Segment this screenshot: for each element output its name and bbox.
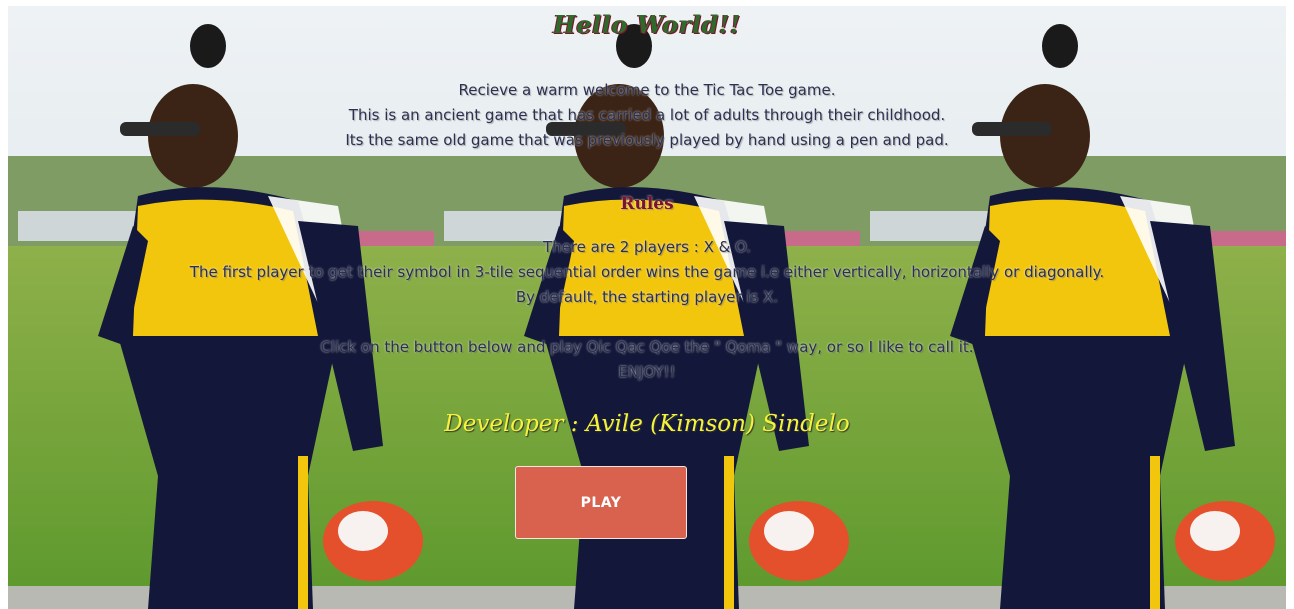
page-title: Hello World!!	[553, 10, 741, 39]
developer-credit: Developer : Avile (Kimson) Sindelo	[444, 411, 850, 437]
rule-line: The first player to get their symbol in …	[189, 263, 1105, 281]
intro-line: Recieve a warm welcome to the Tic Tac To…	[458, 81, 836, 99]
intro-text: Recieve a warm welcome to the Tic Tac To…	[8, 78, 1286, 153]
intro-line: Its the same old game that was previousl…	[345, 131, 949, 149]
rules-text: There are 2 players : X & O. The first p…	[8, 235, 1286, 385]
rule-line: By default, the starting player is X.	[515, 288, 779, 306]
rule-line: Click on the button below and play Qic Q…	[320, 338, 974, 356]
play-button[interactable]: PLAY	[515, 466, 687, 539]
rule-line: There are 2 players : X & O.	[542, 238, 752, 256]
intro-line: This is an ancient game that has carried…	[348, 106, 946, 124]
rule-line: ENJOY!!	[618, 363, 676, 381]
rules-heading: Rules	[620, 194, 674, 214]
